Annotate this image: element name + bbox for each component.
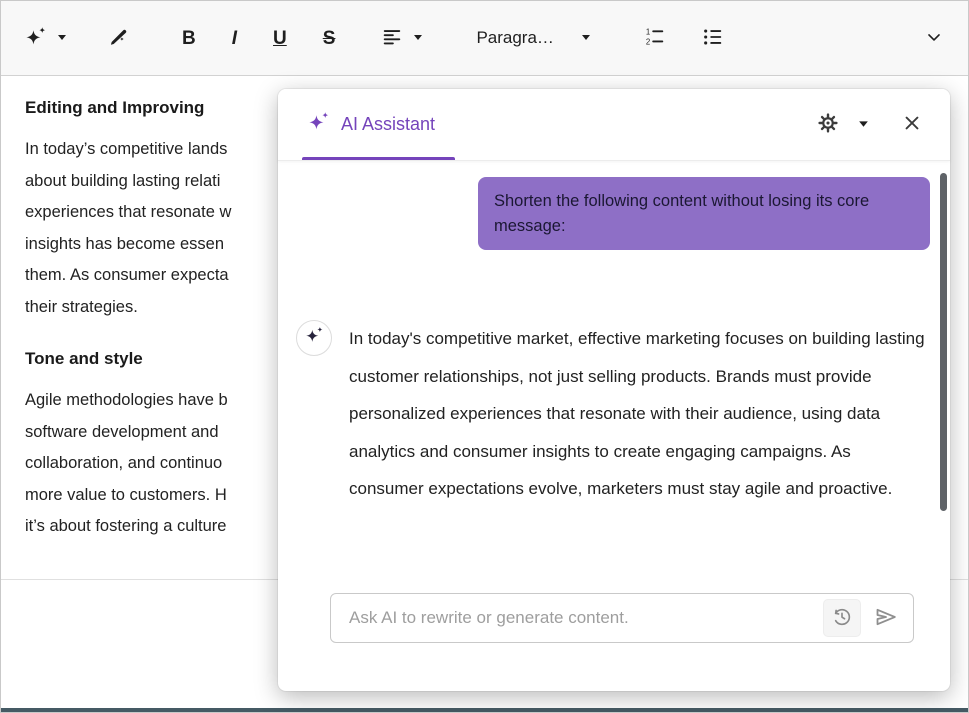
send-button[interactable] [867,599,905,637]
chevron-down-icon [580,28,592,48]
editor-window: B I U S Paragra… [0,0,969,713]
chat-scrollbar[interactable] [940,173,947,511]
ai-sparkle-icon [308,111,330,138]
bullet-list-button[interactable] [696,20,730,57]
dialog-footer [278,581,950,691]
dialog-header: AI Assistant [278,89,950,161]
close-icon [902,113,922,136]
dialog-header-actions [813,89,926,160]
svg-text:1: 1 [646,27,650,36]
ai-avatar [296,320,332,356]
pen-sparkle-icon [108,26,130,51]
ai-assistant-dialog: AI Assistant [278,89,950,691]
ai-prompt-input[interactable] [347,607,823,629]
underline-button[interactable]: U [267,23,293,54]
chevron-down-icon [56,31,68,46]
alignment-button[interactable] [375,20,430,57]
numbered-list-button[interactable]: 1 2 [638,20,672,57]
editor-toolbar: B I U S Paragra… [1,1,968,76]
dialog-title: AI Assistant [341,114,435,135]
bold-label: B [182,29,196,48]
svg-text:2: 2 [646,37,650,46]
ai-shortcuts-button[interactable] [19,20,74,57]
ai-sparkle-icon [305,326,324,350]
chevron-down-icon [412,31,424,46]
bullet-list-icon [702,26,724,51]
send-icon [874,605,898,632]
italic-label: I [232,29,237,48]
chat-area: Shorten the following content without lo… [278,161,950,581]
ai-response-text: In today's competitive market, effective… [349,320,926,508]
chevron-down-icon [924,27,944,50]
settings-button[interactable] [813,108,843,141]
ai-sparkle-icon [25,26,47,51]
gear-icon [817,112,839,137]
italic-button[interactable]: I [226,23,243,54]
numbered-list-icon: 1 2 [644,26,666,51]
chevron-down-icon [857,117,870,133]
tab-ai-assistant[interactable]: AI Assistant [302,89,441,160]
bold-button[interactable]: B [176,23,202,54]
toolbar-more-button[interactable] [918,21,950,56]
strikethrough-label: S [323,29,336,48]
align-left-icon [381,26,403,51]
format-select-value: Paragra… [476,28,553,48]
strikethrough-button[interactable]: S [317,23,342,54]
history-clock-icon [831,606,853,631]
ai-response-row: In today's competitive market, effective… [296,320,926,508]
underline-label: U [273,29,287,48]
ai-rewrite-button[interactable] [102,20,136,57]
statusbar [1,708,968,712]
prompt-input-box [330,593,914,643]
settings-dropdown-button[interactable] [853,113,874,137]
history-button[interactable] [823,599,861,637]
format-select[interactable]: Paragra… [470,22,597,54]
close-dialog-button[interactable] [898,109,926,140]
user-message-bubble: Shorten the following content without lo… [478,177,930,250]
